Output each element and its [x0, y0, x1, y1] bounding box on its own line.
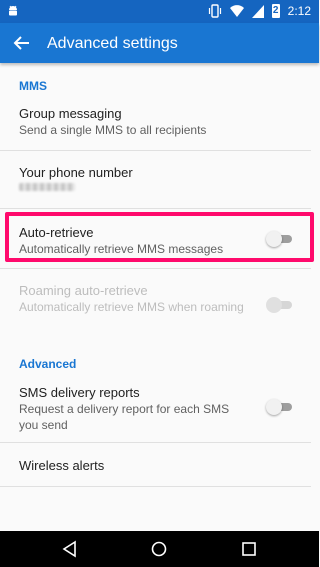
sms-delivery-reports-toggle[interactable]	[266, 399, 294, 415]
status-time: 2:12	[287, 4, 311, 18]
home-icon[interactable]	[149, 539, 169, 559]
pref-summary: Automatically retrieve MMS when roaming	[19, 300, 244, 314]
divider	[0, 208, 311, 209]
pref-wireless-alerts[interactable]: Wireless alerts	[19, 458, 309, 474]
pref-title: Roaming auto-retrieve	[19, 283, 148, 298]
divider	[0, 268, 311, 269]
pref-group-messaging[interactable]: Group messaging Send a single MMS to all…	[19, 106, 309, 138]
section-header-mms: MMS	[19, 79, 47, 93]
battery-icon: 2	[271, 4, 280, 18]
highlight-box	[5, 212, 314, 262]
toggle-thumb	[266, 297, 282, 313]
pref-summary: Request a delivery report for each SMS y…	[19, 402, 230, 432]
arrow-back-icon[interactable]	[12, 33, 32, 53]
android-icon	[9, 5, 17, 16]
wifi-icon	[229, 4, 244, 17]
back-icon[interactable]	[60, 539, 80, 559]
pref-title: Group messaging	[19, 106, 122, 121]
pref-phone-number[interactable]: Your phone number	[19, 165, 309, 181]
divider	[0, 150, 311, 151]
status-icons: 2 2:12	[208, 3, 311, 19]
divider	[0, 486, 311, 487]
vibrate-icon	[208, 4, 221, 18]
section-header-advanced: Advanced	[19, 357, 77, 371]
roaming-auto-retrieve-toggle	[266, 297, 294, 313]
signal-icon	[251, 4, 264, 18]
phone-number-redacted	[19, 183, 75, 191]
pref-roaming-auto-retrieve: Roaming auto-retrieve Automatically retr…	[19, 283, 249, 315]
pref-summary: Send a single MMS to all recipients	[19, 123, 207, 137]
navigation-bar	[0, 531, 319, 567]
pref-title: Wireless alerts	[19, 458, 105, 473]
toggle-thumb	[266, 399, 282, 415]
page-title: Advanced settings	[47, 35, 178, 52]
app-bar: Advanced settings	[0, 23, 319, 63]
pref-title: SMS delivery reports	[19, 385, 140, 400]
pref-sms-delivery-reports[interactable]: SMS delivery reports Request a delivery …	[19, 385, 244, 433]
status-bar: 2 2:12	[0, 0, 319, 23]
recents-icon[interactable]	[239, 539, 259, 559]
divider	[0, 442, 311, 443]
pref-title: Your phone number	[19, 165, 133, 180]
